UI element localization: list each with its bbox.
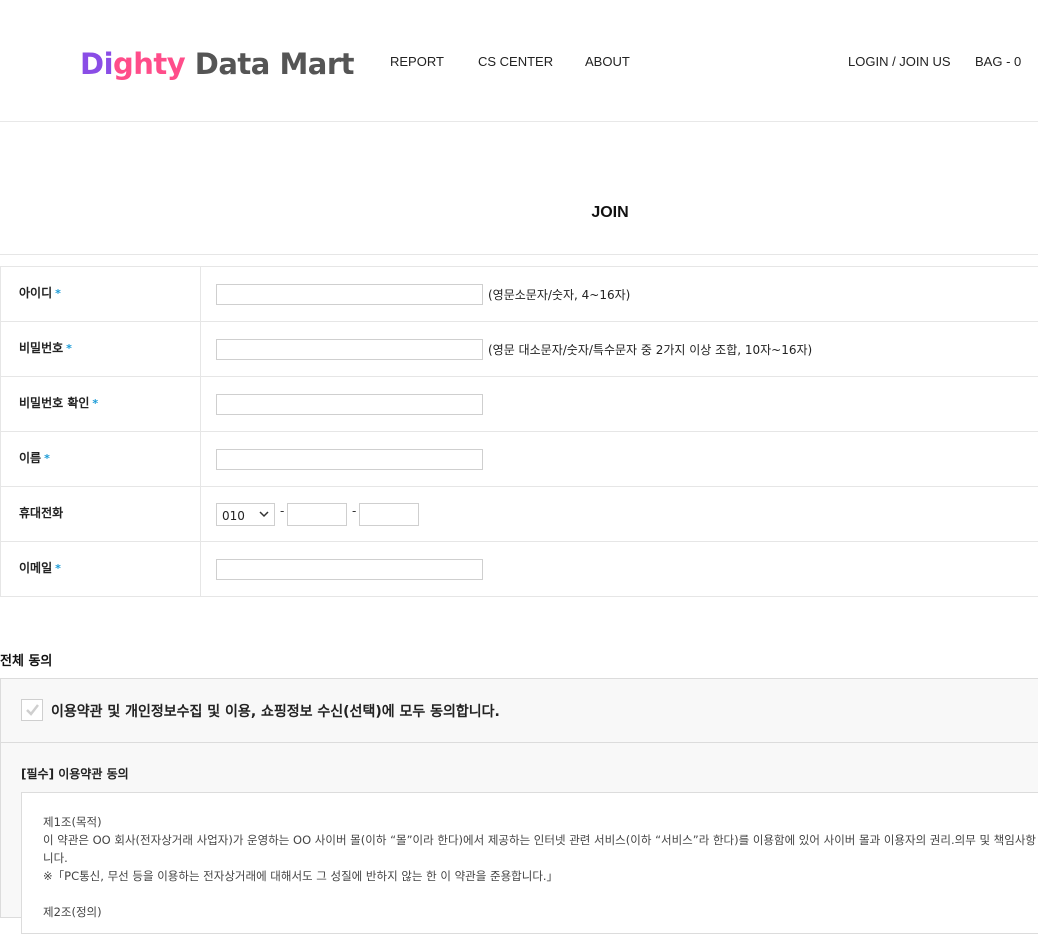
login-join-link[interactable]: LOGIN / JOIN US <box>848 54 951 69</box>
required-mark: * <box>55 562 61 575</box>
join-form: 아이디 * (영문소문자/숫자, 4~16자) 비밀번호 * (영문 대소문자/숫자… <box>0 266 1038 597</box>
phone-prefix-value: 010 <box>222 509 245 523</box>
name-input[interactable] <box>216 449 483 470</box>
email-input[interactable] <box>216 559 483 580</box>
required-mark: * <box>55 287 61 300</box>
id-hint: (영문소문자/숫자, 4~16자) <box>488 288 631 302</box>
phone-prefix-select[interactable]: 010 <box>216 503 275 526</box>
agreement-box: 이용약관 및 개인정보수집 및 이용, 쇼핑정보 수신(선택)에 모두 동의합니… <box>0 678 1038 934</box>
agree-all-label[interactable]: 이용약관 및 개인정보수집 및 이용, 쇼핑정보 수신(선택)에 모두 동의합니… <box>51 701 500 721</box>
form-label-cell: 비밀번호 * <box>1 322 201 376</box>
site-logo[interactable]: Dighty Data Mart <box>80 44 355 84</box>
form-row-email: 이메일 * <box>1 542 1038 597</box>
form-row-password: 비밀번호 * (영문 대소문자/숫자/특수문자 중 2가지 이상 조합, 10자~… <box>1 322 1038 377</box>
agree-all-row: 이용약관 및 개인정보수집 및 이용, 쇼핑정보 수신(선택)에 모두 동의합니… <box>1 679 1038 743</box>
terms-label: [필수] 이용약관 동의 <box>21 767 129 781</box>
form-label-cell: 이메일 * <box>1 542 201 596</box>
form-row-phone: 휴대전화 010 - - <box>1 487 1038 542</box>
agree-all-checkbox[interactable] <box>21 699 43 721</box>
agree-section-title: 전체 동의 <box>0 654 53 669</box>
divider <box>0 254 1038 255</box>
terms-line: 이 약관은 OO 회사(전자상거래 사업자)가 운영하는 OO 사이버 몰(이하… <box>43 833 1036 847</box>
nav-cs-center[interactable]: CS CENTER <box>478 54 553 69</box>
password-hint: (영문 대소문자/숫자/특수문자 중 2가지 이상 조합, 10자~16자) <box>488 343 813 357</box>
logo-part-2: ghty <box>113 47 186 81</box>
form-label-cell: 이름 * <box>1 432 201 486</box>
form-label-cell: 휴대전화 <box>1 487 201 541</box>
check-icon <box>26 704 39 716</box>
form-field-cell: (영문소문자/숫자, 4~16자) <box>201 267 1038 321</box>
terms-line: 니다. <box>43 851 68 865</box>
terms-text: 제1조(목적) 이 약관은 OO 회사(전자상거래 사업자)가 운영하는 OO … <box>43 813 1036 921</box>
password-label: 비밀번호 * <box>19 341 72 355</box>
phone-dash: - <box>352 504 357 518</box>
logo-part-3: Data Mart <box>185 47 355 81</box>
terms-line <box>43 885 1036 903</box>
form-field-cell <box>201 377 1038 431</box>
terms-line: 제2조(정의) <box>43 905 102 919</box>
form-label-cell: 아이디 * <box>1 267 201 321</box>
logo-part-1: Di <box>80 47 114 81</box>
nav-report[interactable]: REPORT <box>390 54 444 69</box>
terms-scroll-box[interactable]: 제1조(목적) 이 약관은 OO 회사(전자상거래 사업자)가 운영하는 OO … <box>21 792 1038 934</box>
name-label: 이름 * <box>19 451 50 465</box>
terms-line: ※「PC통신, 무선 등을 이용하는 전자상거래에 대해서도 그 성질에 반하지… <box>43 869 559 883</box>
site-header: Dighty Data Mart REPORT CS CENTER ABOUT … <box>0 0 1038 122</box>
required-mark: * <box>66 342 72 355</box>
phone-dash: - <box>280 504 285 518</box>
required-mark: * <box>44 452 50 465</box>
required-mark: * <box>92 397 99 410</box>
chevron-down-icon <box>258 507 270 524</box>
password-confirm-label: 비밀번호 확인 * <box>19 396 99 410</box>
form-row-name: 이름 * <box>1 432 1038 487</box>
terms-line: 제1조(목적) <box>43 815 102 829</box>
form-field-cell: (영문 대소문자/숫자/특수문자 중 2가지 이상 조합, 10자~16자) <box>201 322 1038 376</box>
form-field-cell <box>201 432 1038 486</box>
page-title: JOIN <box>591 204 629 221</box>
email-label: 이메일 * <box>19 561 61 575</box>
id-label: 아이디 * <box>19 286 61 300</box>
id-input[interactable] <box>216 284 483 305</box>
form-row-password-confirm: 비밀번호 확인 * <box>1 377 1038 432</box>
phone-middle-input[interactable] <box>287 503 347 526</box>
form-field-cell <box>201 542 1038 596</box>
nav-about[interactable]: ABOUT <box>585 54 630 69</box>
bag-link[interactable]: BAG - 0 <box>975 54 1021 69</box>
form-label-cell: 비밀번호 확인 * <box>1 377 201 431</box>
phone-label: 휴대전화 <box>19 506 64 520</box>
form-row-id: 아이디 * (영문소문자/숫자, 4~16자) <box>1 267 1038 322</box>
password-input[interactable] <box>216 339 483 360</box>
password-confirm-input[interactable] <box>216 394 483 415</box>
phone-last-input[interactable] <box>359 503 419 526</box>
form-field-cell: 010 - - <box>201 487 1038 541</box>
